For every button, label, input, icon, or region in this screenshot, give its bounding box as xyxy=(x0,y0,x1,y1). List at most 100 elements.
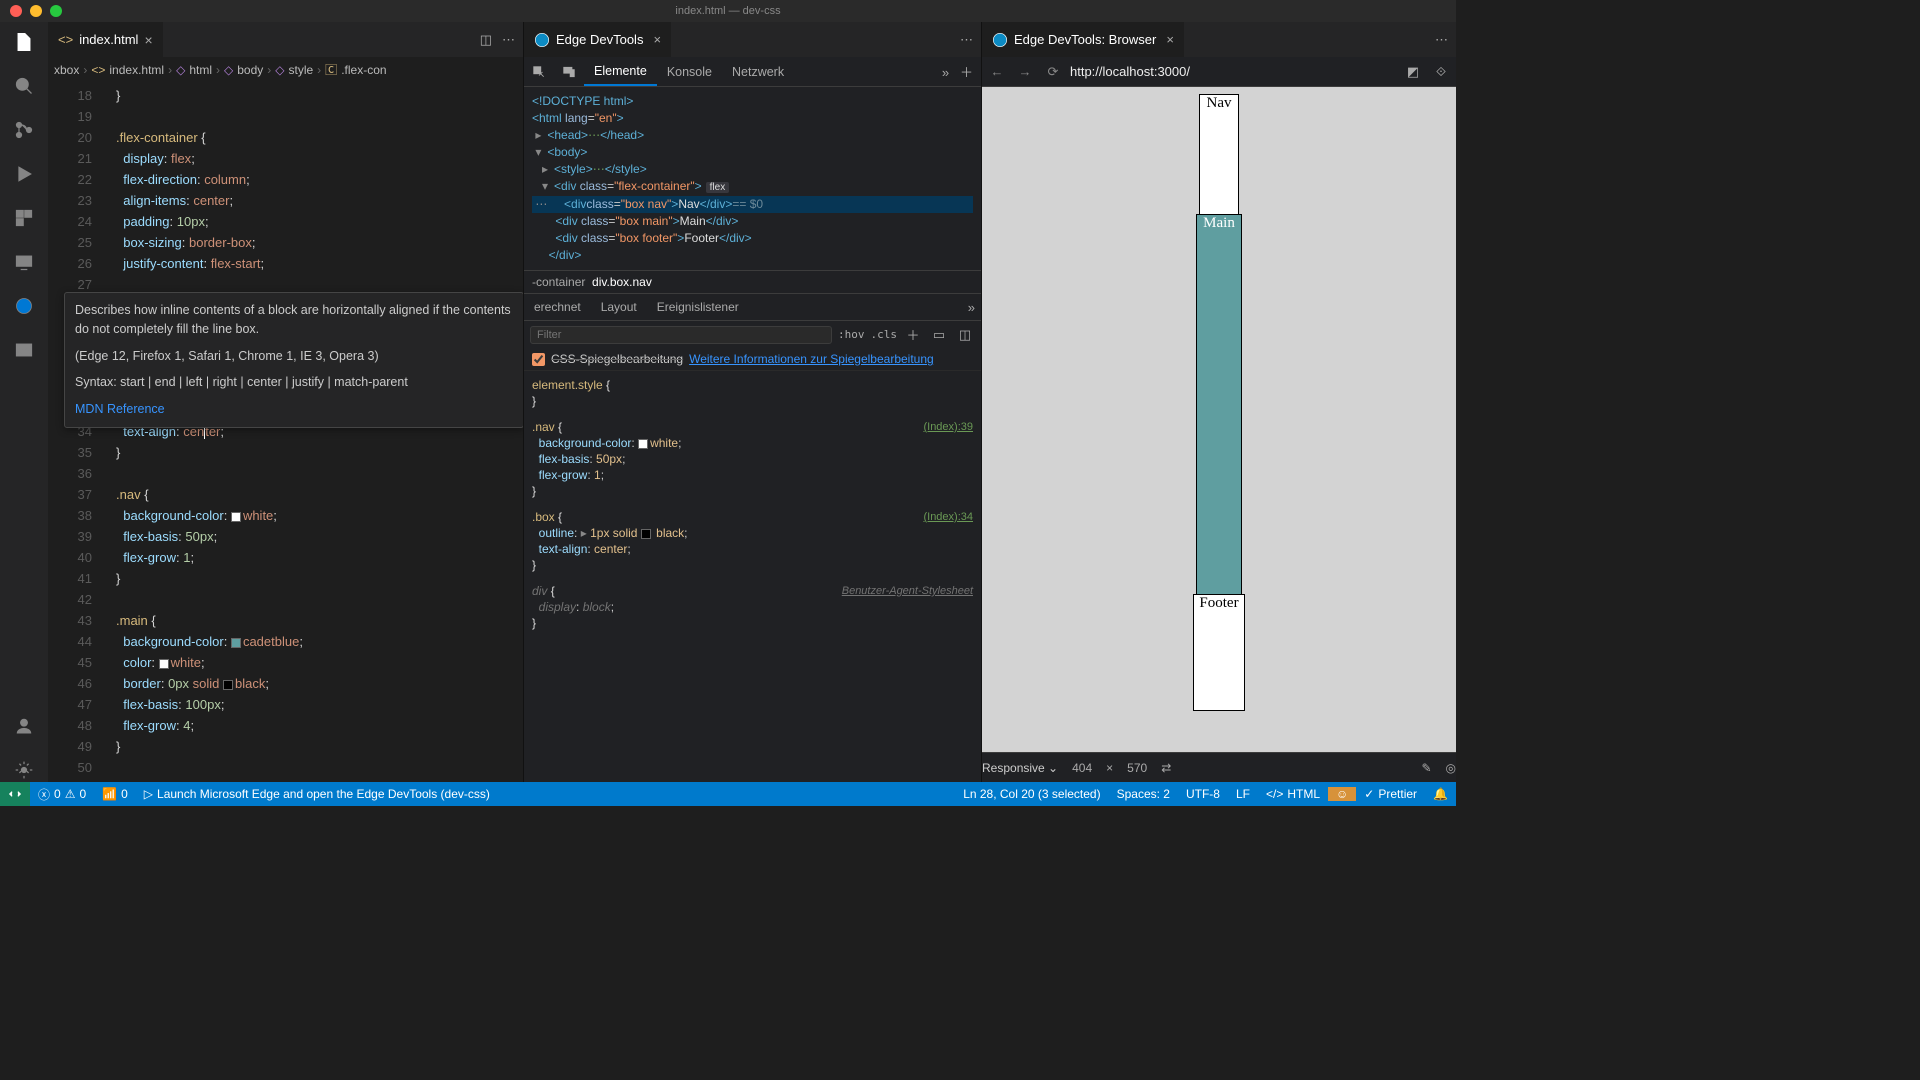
errors-status[interactable]: ⓧ 0 ⚠ 0 xyxy=(30,782,94,806)
device-icon[interactable]: ▭ xyxy=(929,327,949,343)
close-icon[interactable]: × xyxy=(653,32,661,47)
remote-status[interactable] xyxy=(0,782,30,806)
preview-nav-box: Nav xyxy=(1200,95,1238,215)
files-icon[interactable] xyxy=(12,30,36,54)
cursor-position[interactable]: Ln 28, Col 20 (3 selected) xyxy=(955,787,1108,801)
tab-index-html[interactable]: <> index.html × xyxy=(48,22,163,57)
edge-icon[interactable] xyxy=(12,294,36,318)
hover-tooltip: Describes how inline contents of a block… xyxy=(64,292,523,428)
maximize-window-icon[interactable] xyxy=(50,5,62,17)
rotate-icon[interactable]: ⇄ xyxy=(1161,761,1171,775)
cls-toggle[interactable]: .cls xyxy=(871,328,898,341)
dom-tree[interactable]: <!DOCTYPE html> <html lang="en"> ▸<head>… xyxy=(524,87,981,270)
run-debug-icon[interactable] xyxy=(12,162,36,186)
css-mirror-checkbox[interactable] xyxy=(532,353,545,366)
chevron-right-icon[interactable]: » xyxy=(942,65,949,80)
account-icon[interactable] xyxy=(12,714,36,738)
inspect-icon[interactable]: ⟐ xyxy=(1430,64,1452,80)
eol-status[interactable]: LF xyxy=(1228,787,1258,801)
editor-panel: <> index.html × ◫ ⋯ xbox› <> index.html›… xyxy=(48,22,524,782)
tab-label: index.html xyxy=(79,32,138,47)
inspect-icon[interactable] xyxy=(524,65,554,79)
devtools-panel: Edge DevTools × ⋯ Elemente Konsole Netzw… xyxy=(524,22,982,782)
gear-icon[interactable] xyxy=(12,758,36,782)
dom-breadcrumb[interactable]: -container div.box.nav xyxy=(524,270,981,293)
feedback-icon[interactable]: ☺ xyxy=(1328,787,1356,801)
selected-dom-node[interactable]: ⋯ <div class="box nav">Nav</div> == $0 xyxy=(532,196,973,213)
css-rules[interactable]: element.style {} (Index):39.nav { backgr… xyxy=(524,371,981,647)
split-editor-icon[interactable]: ◫ xyxy=(480,32,492,48)
tab-edge-devtools[interactable]: Edge DevTools × xyxy=(524,22,671,57)
add-rule-icon[interactable]: ＋ xyxy=(903,325,923,344)
width-input[interactable]: 404 xyxy=(1072,761,1092,775)
preview-footer-box: Footer xyxy=(1194,595,1244,710)
target-icon[interactable]: ◎ xyxy=(1446,761,1456,775)
code-content[interactable]: }.flex-container { display: flex; flex-d… xyxy=(108,83,523,782)
panel-layout-icon[interactable]: ◫ xyxy=(955,327,975,343)
subtab-layout[interactable]: Layout xyxy=(591,300,647,314)
address-bar: ← → ⟳ http://localhost:3000/ ◩ ⟐ xyxy=(982,57,1456,87)
height-input[interactable]: 570 xyxy=(1127,761,1147,775)
chevron-right-icon[interactable]: » xyxy=(962,300,981,315)
subtab-computed[interactable]: erechnet xyxy=(524,300,591,314)
preview-main-box: Main xyxy=(1197,215,1241,595)
more-actions-icon[interactable]: ⋯ xyxy=(502,32,515,48)
browser-tab-bar: Edge DevTools: Browser × ⋯ xyxy=(982,22,1456,57)
indent-status[interactable]: Spaces: 2 xyxy=(1109,787,1178,801)
screenshot-icon[interactable]: ◩ xyxy=(1402,64,1424,80)
browser-preview-panel: Edge DevTools: Browser × ⋯ ← → ⟳ http://… xyxy=(982,22,1456,782)
bell-icon[interactable]: 🔔 xyxy=(1425,787,1456,801)
macos-titlebar: index.html — dev-css xyxy=(0,0,1456,22)
minimize-window-icon[interactable] xyxy=(30,5,42,17)
source-control-icon[interactable] xyxy=(12,118,36,142)
tab-edge-browser[interactable]: Edge DevTools: Browser × xyxy=(982,22,1184,57)
close-icon[interactable]: × xyxy=(1166,32,1174,47)
ports-status[interactable]: 📶 0 xyxy=(94,782,136,806)
more-actions-icon[interactable]: ⋯ xyxy=(1435,32,1448,47)
add-tab-icon[interactable]: ＋ xyxy=(960,65,973,80)
responsive-toolbar: Responsive ⌄ 404 × 570 ⇄ ✎ ◎ xyxy=(982,752,1456,782)
extensions-icon[interactable] xyxy=(12,206,36,230)
remote-icon[interactable] xyxy=(12,250,36,274)
tab-konsole[interactable]: Konsole xyxy=(657,57,722,86)
editor-tabs: <> index.html × ◫ ⋯ xyxy=(48,22,523,57)
close-window-icon[interactable] xyxy=(10,5,22,17)
tab-netzwerk[interactable]: Netzwerk xyxy=(722,57,794,86)
subtab-ereignislistener[interactable]: Ereignislistener xyxy=(647,300,749,314)
encoding-status[interactable]: UTF-8 xyxy=(1178,787,1228,801)
tab-elemente[interactable]: Elemente xyxy=(584,57,657,86)
prettier-status[interactable]: ✓ Prettier xyxy=(1356,787,1425,801)
breadcrumb[interactable]: xbox› <> index.html› ◇ html› ◇ body› ◇ s… xyxy=(48,57,523,83)
window-title: index.html — dev-css xyxy=(675,5,780,17)
close-icon[interactable]: × xyxy=(144,32,152,48)
reload-icon[interactable]: ⟳ xyxy=(1042,64,1064,80)
code-editor[interactable]: 1819202122232425262728293031323334353637… xyxy=(48,83,523,782)
styles-subtabs: erechnet Layout Ereignislistener » xyxy=(524,293,981,321)
minimap[interactable] xyxy=(507,83,523,782)
url-field[interactable]: http://localhost:3000/ xyxy=(1070,64,1396,79)
forward-icon[interactable]: → xyxy=(1014,64,1036,79)
eyedropper-icon[interactable]: ✎ xyxy=(1421,761,1431,775)
file-icon: <> xyxy=(58,32,73,47)
line-gutter: 1819202122232425262728293031323334353637… xyxy=(48,83,108,782)
back-icon[interactable]: ← xyxy=(986,64,1008,79)
mdn-reference-link[interactable]: MDN Reference xyxy=(75,402,165,416)
search-icon[interactable] xyxy=(12,74,36,98)
device-icon[interactable] xyxy=(554,65,584,79)
responsive-dropdown[interactable]: Responsive ⌄ xyxy=(982,761,1058,775)
status-bar: ⓧ 0 ⚠ 0 📶 0 ▷ Launch Microsoft Edge and … xyxy=(0,782,1456,806)
rendered-viewport[interactable]: Nav Main Footer xyxy=(982,87,1456,752)
css-mirror-row: CSS-Spiegelbearbeitung Weitere Informati… xyxy=(524,348,981,371)
mirror-info-link[interactable]: Weitere Informationen zur Spiegelbearbei… xyxy=(689,352,934,366)
language-status[interactable]: </> HTML xyxy=(1258,787,1328,801)
launch-edge-button[interactable]: ▷ Launch Microsoft Edge and open the Edg… xyxy=(136,782,498,806)
styles-filter-bar: :hov .cls ＋ ▭ ◫ xyxy=(524,321,981,348)
more-actions-icon[interactable]: ⋯ xyxy=(960,32,973,47)
devtools-tab-bar: Edge DevTools × ⋯ xyxy=(524,22,981,57)
activity-bar xyxy=(0,22,48,782)
devtools-toolbar: Elemente Konsole Netzwerk » ＋ xyxy=(524,57,981,87)
traffic-lights[interactable] xyxy=(10,5,62,17)
hov-toggle[interactable]: :hov xyxy=(838,328,865,341)
filter-input[interactable] xyxy=(530,326,832,344)
image-icon[interactable] xyxy=(12,338,36,362)
